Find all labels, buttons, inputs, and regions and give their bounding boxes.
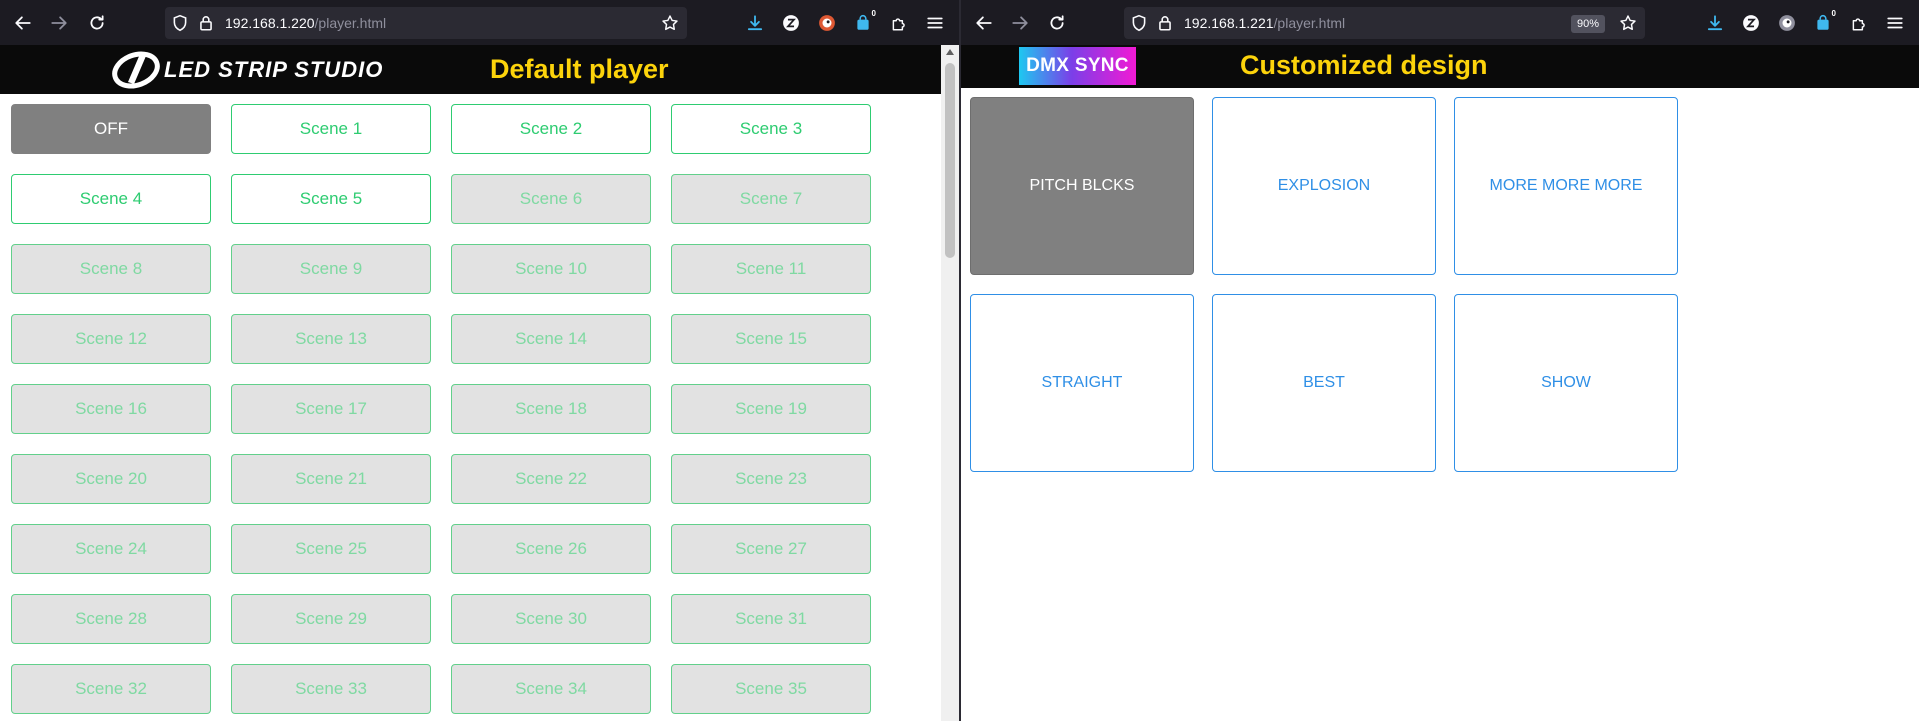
duckduckgo-extension-icon[interactable] <box>816 12 838 34</box>
bookmark-star-icon[interactable] <box>1617 12 1639 34</box>
shopping-bag-extension-icon[interactable]: 0 <box>1812 9 1838 34</box>
shield-icon[interactable] <box>1128 12 1150 34</box>
scene-button[interactable]: Scene 14 <box>451 314 651 364</box>
extension-badge-count: 0 <box>1829 9 1838 18</box>
hamburger-menu-icon[interactable] <box>1884 12 1906 34</box>
scene-button[interactable]: Scene 15 <box>671 314 871 364</box>
scroll-thumb[interactable] <box>945 63 955 258</box>
design-scene-button[interactable]: BEST <box>1212 294 1436 472</box>
scene-button[interactable]: Scene 11 <box>671 244 871 294</box>
privacy-extension-icon[interactable] <box>1776 12 1798 34</box>
led-logo-swoosh-icon <box>112 51 160 89</box>
scene-button[interactable]: Scene 26 <box>451 524 651 574</box>
extensions-puzzle-icon[interactable] <box>888 12 910 34</box>
url-bar[interactable]: 192.168.1.220/player.html <box>165 7 687 39</box>
url-path: /player.html <box>314 15 387 31</box>
url-host: 192.168.1.220 <box>225 15 315 31</box>
scene-button[interactable]: Scene 5 <box>231 174 431 224</box>
scene-button[interactable]: Scene 1 <box>231 104 431 154</box>
downloads-icon[interactable] <box>1704 12 1726 34</box>
url-text[interactable]: 192.168.1.220/player.html <box>225 15 386 31</box>
page-header: LED STRIP STUDIO Default player <box>0 45 959 94</box>
z-extension-icon[interactable] <box>1740 12 1762 34</box>
scene-button[interactable]: Scene 32 <box>11 664 211 714</box>
page-title: Customized design <box>1240 50 1488 80</box>
right-browser-window: 192.168.1.221/player.html 90% 0 DMX SYNC <box>961 0 1919 721</box>
scene-button[interactable]: Scene 27 <box>671 524 871 574</box>
hamburger-menu-icon[interactable] <box>924 12 946 34</box>
scene-button[interactable]: Scene 16 <box>11 384 211 434</box>
scene-button[interactable]: Scene 31 <box>671 594 871 644</box>
page-scrollbar[interactable] <box>941 45 959 721</box>
scroll-up-arrow-icon[interactable] <box>946 49 954 55</box>
zoom-level-badge[interactable]: 90% <box>1571 15 1606 33</box>
scene-button[interactable]: Scene 35 <box>671 664 871 714</box>
scene-button[interactable]: Scene 13 <box>231 314 431 364</box>
scene-button[interactable]: Scene 25 <box>231 524 431 574</box>
scene-button[interactable]: Scene 23 <box>671 454 871 504</box>
scene-button[interactable]: Scene 10 <box>451 244 651 294</box>
reload-icon[interactable] <box>1046 12 1068 34</box>
scene-button[interactable]: Scene 17 <box>231 384 431 434</box>
downloads-icon[interactable] <box>744 12 766 34</box>
scene-button[interactable]: Scene 9 <box>231 244 431 294</box>
forward-icon[interactable] <box>1009 12 1031 34</box>
url-bar[interactable]: 192.168.1.221/player.html 90% <box>1124 7 1645 39</box>
design-scene-button[interactable]: PITCH BLCKS <box>970 97 1194 275</box>
off-button[interactable]: OFF <box>11 104 211 154</box>
url-path: /player.html <box>1273 15 1346 31</box>
scene-button[interactable]: Scene 2 <box>451 104 651 154</box>
scene-button[interactable]: Scene 19 <box>671 384 871 434</box>
scene-button[interactable]: Scene 33 <box>231 664 431 714</box>
dmx-sync-logo: DMX SYNC <box>1019 47 1136 85</box>
scene-grid: OFF Scene 1 Scene 2 Scene 3 Scene 4 Scene 5 Sc… <box>0 94 940 721</box>
scene-button[interactable]: Scene 24 <box>11 524 211 574</box>
shopping-bag-extension-icon[interactable]: 0 <box>852 9 878 34</box>
back-icon[interactable] <box>12 12 34 34</box>
scene-button[interactable]: Scene 20 <box>11 454 211 504</box>
url-text[interactable]: 192.168.1.221/player.html <box>1184 15 1345 31</box>
left-toolbar: 192.168.1.220/player.html 0 <box>0 0 959 45</box>
lock-icon[interactable] <box>1154 12 1176 34</box>
design-scene-button[interactable]: SHOW <box>1454 294 1678 472</box>
left-browser-window: 192.168.1.220/player.html 0 LED STRIP ST… <box>0 0 959 721</box>
design-scene-button[interactable]: EXPLOSION <box>1212 97 1436 275</box>
scene-button[interactable]: Scene 6 <box>451 174 651 224</box>
shield-icon[interactable] <box>169 12 191 34</box>
scene-button[interactable]: Scene 3 <box>671 104 871 154</box>
extensions-puzzle-icon[interactable] <box>1848 12 1870 34</box>
bookmark-star-icon[interactable] <box>659 12 681 34</box>
scene-button[interactable]: Scene 29 <box>231 594 431 644</box>
z-extension-icon[interactable] <box>780 12 802 34</box>
back-icon[interactable] <box>973 12 995 34</box>
scene-button[interactable]: Scene 30 <box>451 594 651 644</box>
url-host: 192.168.1.221 <box>1184 15 1274 31</box>
extension-badge-count: 0 <box>869 9 878 18</box>
scene-button[interactable]: Scene 12 <box>11 314 211 364</box>
scene-button[interactable]: Scene 8 <box>11 244 211 294</box>
page-title: Default player <box>490 54 669 84</box>
scene-button[interactable]: Scene 4 <box>11 174 211 224</box>
scene-button[interactable]: Scene 18 <box>451 384 651 434</box>
scene-button[interactable]: Scene 22 <box>451 454 651 504</box>
right-toolbar: 192.168.1.221/player.html 90% 0 <box>961 0 1919 45</box>
scene-button[interactable]: Scene 7 <box>671 174 871 224</box>
design-scene-button[interactable]: STRAIGHT <box>970 294 1194 472</box>
design-scene-button[interactable]: MORE MORE MORE <box>1454 97 1678 275</box>
logo-text: LED STRIP STUDIO <box>164 56 384 82</box>
lock-icon[interactable] <box>195 12 217 34</box>
reload-icon[interactable] <box>86 12 108 34</box>
page-header: DMX SYNC Customized design <box>961 45 1919 88</box>
scene-button[interactable]: Scene 28 <box>11 594 211 644</box>
led-strip-studio-logo: LED STRIP STUDIO <box>110 48 383 91</box>
forward-icon[interactable] <box>48 12 70 34</box>
scene-button[interactable]: Scene 34 <box>451 664 651 714</box>
scene-button[interactable]: Scene 21 <box>231 454 431 504</box>
